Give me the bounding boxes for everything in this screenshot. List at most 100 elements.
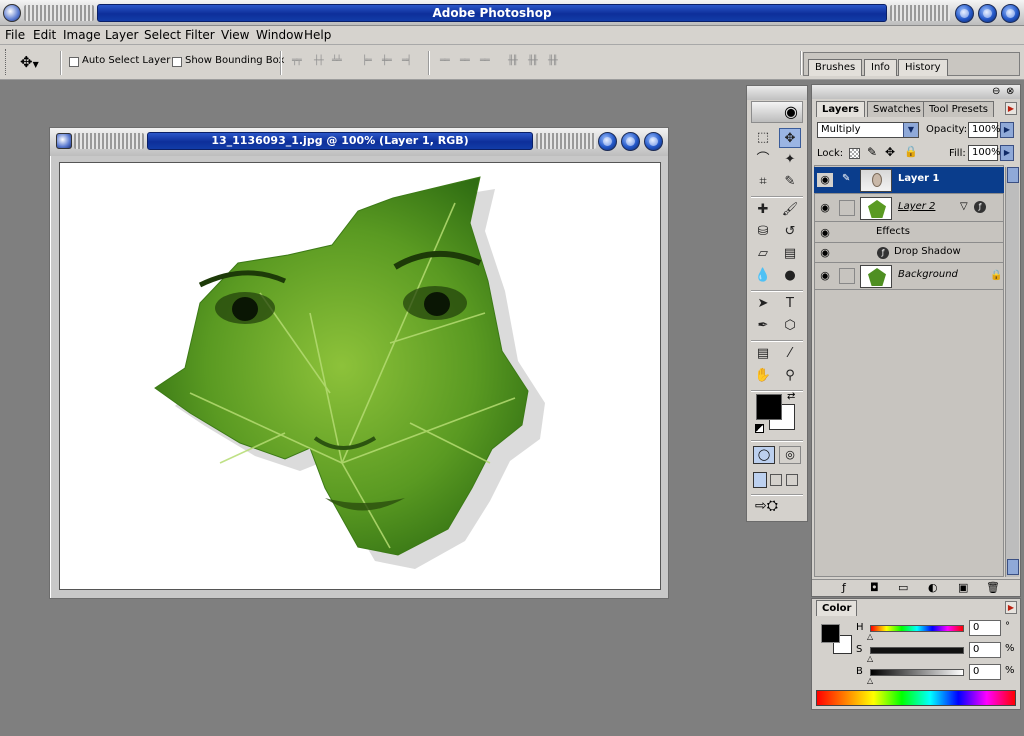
add-layer-style-icon[interactable]: ƒ [842, 581, 846, 594]
menu-select[interactable]: Select [144, 28, 181, 42]
move-tool-preset-icon[interactable]: ✥▼ [20, 53, 54, 73]
opacity-slider-arrow-icon[interactable]: ▶ [1000, 122, 1014, 138]
notes-tool-icon[interactable]: ▤ [752, 344, 774, 364]
default-colors-icon[interactable] [755, 424, 764, 433]
tab-color[interactable]: Color [816, 600, 858, 616]
scroll-down-arrow[interactable] [1007, 559, 1019, 575]
magic-wand-tool-icon[interactable]: ✦ [779, 150, 801, 170]
jump-to-imageready-icon[interactable]: ⇨⛭ [755, 498, 801, 518]
doc-maximize-button[interactable] [621, 132, 640, 151]
eye-icon[interactable]: ◉ [817, 246, 833, 260]
minimize-button[interactable] [955, 4, 974, 23]
brightness-input[interactable]: 0 [969, 664, 1001, 680]
layer-row-layer-2[interactable]: ◉ Layer 2 ▽ ƒ [814, 195, 1004, 222]
blur-tool-icon[interactable]: 💧 [752, 266, 774, 286]
brush-tool-icon[interactable]: 🖌 [779, 200, 801, 220]
lock-position-icon[interactable]: ✥ [885, 145, 895, 159]
eraser-tool-icon[interactable]: ▱ [752, 244, 774, 264]
path-selection-tool-icon[interactable]: ➤ [752, 294, 774, 314]
new-set-icon[interactable]: ▭ [898, 581, 908, 594]
saturation-slider-handle[interactable]: △ [867, 654, 873, 663]
link-box[interactable] [839, 200, 855, 216]
brightness-slider-handle[interactable]: △ [867, 676, 873, 685]
pen-tool-icon[interactable]: ✒ [752, 316, 774, 336]
brightness-slider[interactable] [870, 669, 964, 676]
saturation-slider[interactable] [870, 647, 964, 654]
menu-window[interactable]: Window [256, 28, 303, 42]
hue-slider-handle[interactable]: △ [867, 632, 873, 641]
fill-slider-arrow-icon[interactable]: ▶ [1000, 145, 1014, 161]
close-button[interactable] [1001, 4, 1020, 23]
screen-mode-full-menu-icon[interactable] [770, 474, 782, 486]
zoom-tool-icon[interactable]: ⚲ [779, 366, 801, 386]
color-menu-arrow-icon[interactable]: ▶ [1005, 601, 1017, 614]
hand-tool-icon[interactable]: ✋ [752, 366, 774, 386]
distribute-hcenter-icon[interactable]: ╫╫ [528, 56, 550, 68]
lock-transparency-icon[interactable] [849, 148, 860, 159]
lock-image-icon[interactable]: ✎ [867, 145, 877, 159]
clone-stamp-tool-icon[interactable]: ⛁ [752, 222, 774, 242]
palette-close-icon[interactable]: ⊗ [1006, 86, 1014, 97]
auto-select-checkbox[interactable] [69, 57, 79, 67]
doc-minimize-button[interactable] [598, 132, 617, 151]
shape-tool-icon[interactable]: ⬡ [779, 316, 801, 336]
lock-all-icon[interactable]: 🔒 [904, 145, 918, 158]
menu-file[interactable]: File [5, 28, 25, 42]
layer-row-layer-1[interactable]: ◉ ✎ Layer 1 [814, 167, 1004, 194]
align-bottom-icon[interactable]: ╧╧ [332, 56, 354, 68]
adobe-online-icon[interactable]: ◉ [751, 101, 803, 123]
bounding-box-checkbox[interactable] [172, 57, 182, 67]
align-left-icon[interactable]: ╞═ [362, 56, 384, 68]
move-tool-icon[interactable]: ✥ [779, 128, 801, 148]
trash-icon[interactable]: 🗑 [986, 581, 1000, 594]
tab-swatches[interactable]: Swatches [867, 101, 927, 117]
marquee-tool-icon[interactable]: ⬚ [752, 128, 774, 148]
slice-tool-icon[interactable]: ✎ [779, 172, 801, 192]
document-icon[interactable] [56, 133, 72, 149]
blend-mode-select[interactable]: Multiply ▼ [817, 122, 919, 138]
align-top-icon[interactable]: ╤╤ [292, 56, 314, 68]
menu-filter[interactable]: Filter [185, 28, 215, 42]
gradient-tool-icon[interactable]: ▤ [779, 244, 801, 264]
doc-close-button[interactable] [644, 132, 663, 151]
tab-history[interactable]: History [898, 59, 948, 76]
layer-row-drop-shadow[interactable]: ◉ ƒ Drop Shadow [814, 243, 1004, 263]
menu-image[interactable]: Image [63, 28, 101, 42]
image-canvas[interactable] [59, 162, 661, 590]
saturation-input[interactable]: 0 [969, 642, 1001, 658]
layer-row-background[interactable]: ◉ Background 🔒 [814, 263, 1004, 290]
type-tool-icon[interactable]: T [779, 294, 801, 314]
screen-mode-standard-icon[interactable] [753, 472, 767, 488]
swap-colors-icon[interactable]: ⇄ [787, 391, 795, 402]
lasso-tool-icon[interactable]: ⌒ [752, 150, 774, 170]
align-right-icon[interactable]: ═╡ [402, 56, 424, 68]
opacity-input[interactable]: 100% [968, 122, 1001, 138]
foreground-color-swatch[interactable] [756, 394, 782, 420]
maximize-button[interactable] [978, 4, 997, 23]
distribute-right-icon[interactable]: ╫╫ [548, 56, 570, 68]
standard-mode-icon[interactable]: ◯ [753, 446, 775, 464]
palette-minimize-icon[interactable]: ⊖ [992, 86, 1000, 97]
link-box[interactable] [839, 268, 855, 284]
distribute-top-icon[interactable]: ══ [440, 56, 462, 68]
menu-edit[interactable]: Edit [33, 28, 56, 42]
hue-input[interactable]: 0 [969, 620, 1001, 636]
healing-brush-tool-icon[interactable]: ✚ [752, 200, 774, 220]
effects-expand-icon[interactable]: ▽ [960, 201, 968, 212]
menu-layer[interactable]: Layer [105, 28, 138, 42]
eye-icon[interactable]: ◉ [817, 201, 833, 215]
menu-help[interactable]: Help [304, 28, 331, 42]
eyedropper-tool-icon[interactable]: ⁄ [779, 344, 801, 364]
hue-slider[interactable] [870, 625, 964, 632]
eye-icon[interactable]: ◉ [817, 173, 833, 187]
new-adjustment-layer-icon[interactable]: ◐ [928, 581, 938, 594]
tab-info[interactable]: Info [864, 59, 897, 76]
screen-mode-full-icon[interactable] [786, 474, 798, 486]
distribute-bottom-icon[interactable]: ══ [480, 56, 502, 68]
color-foreground-swatch[interactable] [821, 624, 840, 643]
eye-icon[interactable]: ◉ [817, 269, 833, 283]
color-spectrum-bar[interactable] [816, 690, 1016, 706]
align-hcenter-icon[interactable]: ╪═ [382, 56, 404, 68]
palette-menu-arrow-icon[interactable]: ▶ [1005, 102, 1017, 115]
dodge-tool-icon[interactable]: ● [779, 266, 801, 286]
